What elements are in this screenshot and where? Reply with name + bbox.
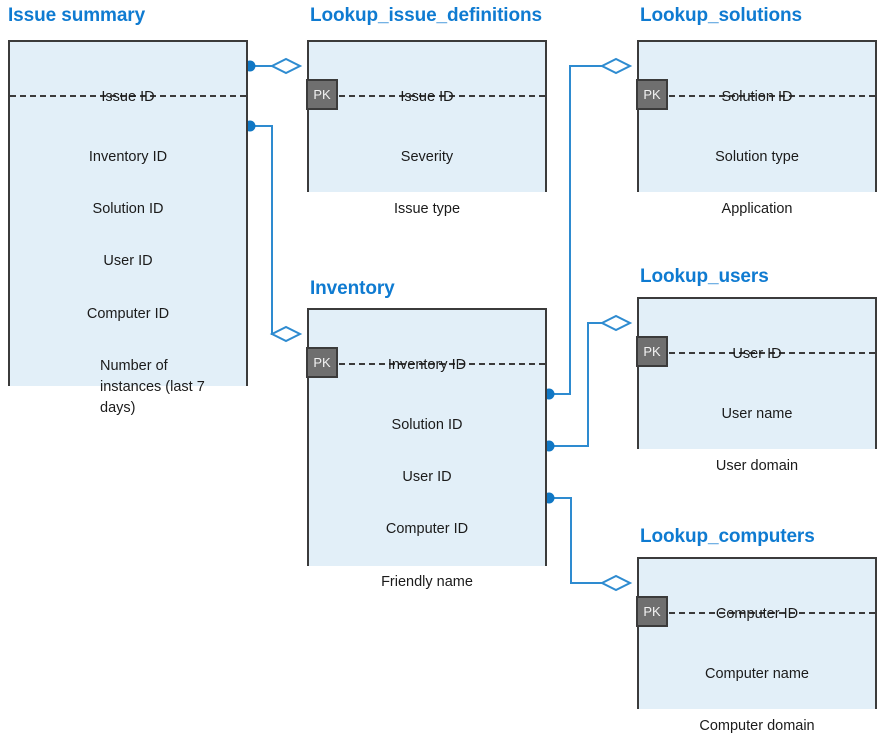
field-key: Inventory ID bbox=[387, 357, 467, 373]
entity-box-inventory[interactable]: Inventory ID Solution ID User ID Computer I… bbox=[307, 308, 547, 590]
connector-diamond-marker bbox=[599, 314, 633, 332]
connector-diamond-marker bbox=[599, 574, 633, 592]
field-key: Issue ID bbox=[101, 89, 155, 105]
entity-title-lookup_computers: Lookup_computers bbox=[640, 526, 815, 547]
primary-key-badge: PK bbox=[636, 79, 668, 110]
entity-title-lookup_users: Lookup_users bbox=[640, 266, 769, 287]
entity-box-lookup_solutions[interactable]: Solution ID Solution type Application bbox=[637, 40, 877, 217]
connector-line bbox=[549, 65, 626, 395]
entity-box-lookup_users[interactable]: User ID User name User domain bbox=[637, 297, 877, 474]
primary-key-badge: PK bbox=[636, 596, 668, 627]
primary-key-badge: PK bbox=[306, 347, 338, 378]
field-key: User ID bbox=[732, 346, 782, 362]
connector-rel-computer-id[interactable] bbox=[543, 492, 633, 592]
entity-title-inventory: Inventory bbox=[310, 278, 395, 299]
field-attribute: User ID bbox=[402, 469, 452, 485]
field-key: Issue ID bbox=[400, 89, 454, 105]
field-attribute: Number of instances (last 7 days) bbox=[100, 358, 205, 416]
primary-key-badge: PK bbox=[636, 336, 668, 367]
connector-line bbox=[549, 497, 626, 584]
field-attribute: Solution ID bbox=[92, 201, 164, 217]
er-diagram-canvas: Issue summary Issue ID Inventory ID Solutio… bbox=[0, 0, 882, 740]
field-attribute: Computer ID bbox=[86, 306, 170, 322]
primary-key-badge: PK bbox=[306, 79, 338, 110]
entity-title-lookup_solutions: Lookup_solutions bbox=[640, 5, 803, 26]
field-key: Solution ID bbox=[721, 89, 793, 105]
field-attribute: Severity bbox=[400, 149, 454, 165]
field-attribute: Application bbox=[721, 201, 793, 217]
connector-diamond-marker bbox=[269, 325, 303, 343]
field-attribute: Computer domain bbox=[699, 718, 815, 734]
entity-box-issue_summary[interactable]: Issue ID Inventory ID Solution ID User ID Co… bbox=[8, 40, 248, 416]
entity-title-lookup_issue_definitions: Lookup_issue_definitions bbox=[310, 5, 542, 26]
field-attribute: Issue type bbox=[393, 201, 461, 217]
field-attribute: Computer ID bbox=[385, 521, 469, 537]
field-attribute: Solution type bbox=[715, 149, 799, 165]
field-attribute: Computer name bbox=[705, 666, 809, 682]
entity-title-issue_summary: Issue summary bbox=[8, 5, 146, 26]
connector-diamond-marker bbox=[269, 57, 303, 75]
connector-rel-user-id[interactable] bbox=[543, 314, 633, 452]
connector-diamond-marker bbox=[599, 57, 633, 75]
field-key: Computer ID bbox=[715, 606, 799, 622]
field-attribute: User ID bbox=[103, 253, 153, 269]
field-attribute: Friendly name bbox=[381, 574, 473, 590]
connector-line bbox=[549, 322, 626, 447]
entity-box-lookup_issue_definitions[interactable]: Issue ID Severity Issue type bbox=[307, 40, 547, 217]
field-attribute: User name bbox=[721, 406, 793, 422]
entity-box-lookup_computers[interactable]: Computer ID Computer name Computer domain bbox=[637, 557, 877, 734]
connector-line bbox=[250, 125, 296, 335]
field-attribute: User domain bbox=[715, 458, 799, 474]
connector-rel-inventory-id[interactable] bbox=[244, 120, 303, 343]
connector-rel-solution-id[interactable] bbox=[543, 57, 633, 400]
connector-rel-issue-id[interactable] bbox=[244, 57, 303, 75]
field-attribute: Inventory ID bbox=[88, 149, 168, 165]
field-attribute: Solution ID bbox=[391, 417, 463, 433]
